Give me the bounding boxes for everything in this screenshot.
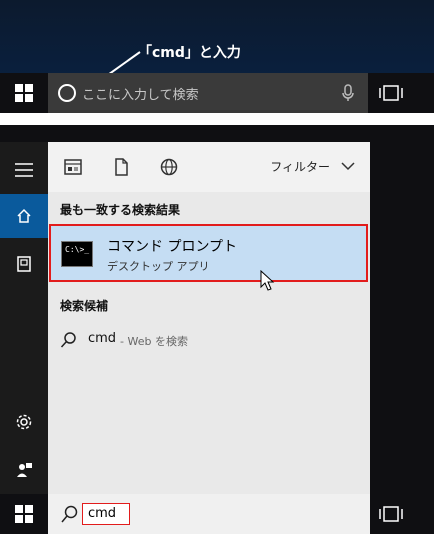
suggestion-description: - Web を検索 <box>120 335 188 348</box>
web-filter-icon[interactable] <box>158 156 180 178</box>
suggestion-term: cmd <box>88 331 117 346</box>
command-prompt-icon-text: C:\>_ <box>65 245 90 254</box>
windows-logo-icon <box>15 505 33 523</box>
chevron-down-icon[interactable] <box>340 160 356 172</box>
search-results-panel: フィルター 最も一致する検索結果 C:\>_ コマンド プロンプト デスクトップ… <box>48 142 370 495</box>
search-icon <box>61 505 78 523</box>
rail-settings-button[interactable] <box>0 400 48 444</box>
home-icon <box>17 208 31 223</box>
mouse-cursor-icon <box>260 270 275 291</box>
command-prompt-icon: C:\>_ <box>61 241 93 267</box>
hamburger-icon <box>15 163 33 177</box>
gear-icon <box>16 414 32 430</box>
filter-button[interactable]: フィルター <box>270 158 330 175</box>
start-button[interactable] <box>0 73 48 113</box>
windows-logo-icon <box>15 84 33 102</box>
cortana-icon <box>58 84 76 102</box>
apps-filter-icon[interactable] <box>62 156 84 178</box>
start-button-active[interactable] <box>0 494 48 534</box>
menu-button[interactable] <box>0 148 48 192</box>
start-rail <box>0 142 48 495</box>
task-view-icon[interactable] <box>378 83 404 103</box>
feedback-icon <box>17 463 32 477</box>
microphone-icon[interactable] <box>338 83 358 103</box>
notebook-icon <box>17 256 31 272</box>
filter-bar: フィルター <box>48 142 370 192</box>
best-match-title: コマンド プロンプト <box>107 239 238 255</box>
document-filter-icon[interactable] <box>110 156 132 178</box>
search-icon <box>60 332 76 348</box>
best-match-heading: 最も一致する検索結果 <box>60 203 181 217</box>
taskbar-active: cmd <box>0 494 434 534</box>
best-match-result[interactable]: C:\>_ コマンド プロンプト デスクトップ アプリ <box>49 224 368 282</box>
taskbar-search-box-active[interactable]: cmd <box>48 494 370 534</box>
best-match-subtitle: デスクトップ アプリ <box>107 260 210 273</box>
top-screenshot: 「cmd」と入力 ここに入力して検索 <box>0 0 434 113</box>
annotation-label: 「cmd」と入力 <box>138 45 241 61</box>
rail-notebook-button[interactable] <box>0 242 48 286</box>
taskbar-search-box[interactable]: ここに入力して検索 <box>48 73 368 113</box>
search-placeholder: ここに入力して検索 <box>82 88 199 103</box>
web-suggestion-item[interactable]: cmd - Web を検索 <box>48 323 370 357</box>
search-input[interactable]: cmd <box>82 503 130 525</box>
rail-home-button[interactable] <box>0 194 48 238</box>
suggestions-heading: 検索候補 <box>60 299 109 313</box>
task-view-icon[interactable] <box>378 504 404 524</box>
taskbar: ここに入力して検索 <box>0 73 434 113</box>
rail-feedback-button[interactable] <box>0 448 48 492</box>
